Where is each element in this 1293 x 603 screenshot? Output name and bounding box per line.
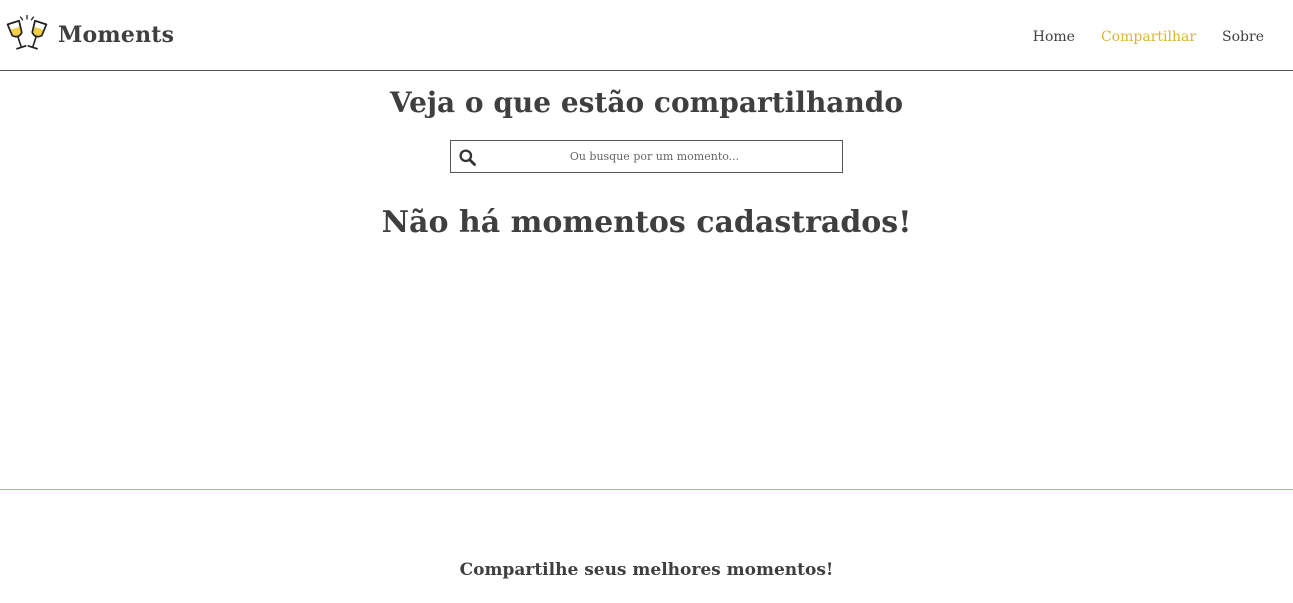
page-title: Veja o que estão compartilhando	[389, 86, 904, 119]
navbar: Moments Home Compartilhar Sobre	[0, 0, 1293, 71]
empty-moments-message: Não há momentos cadastrados!	[381, 205, 912, 240]
nav-item-sobre: Sobre	[1222, 26, 1264, 45]
brand-title: Moments	[58, 22, 175, 48]
nav-link-sobre[interactable]: Sobre	[1222, 29, 1264, 45]
search-input[interactable]	[451, 141, 842, 172]
nav-links: Home Compartilhar Sobre	[1033, 26, 1264, 45]
search-icon[interactable]	[459, 149, 476, 166]
nav-item-home: Home	[1033, 26, 1075, 45]
footer: Compartilhe seus melhores momentos!	[0, 489, 1293, 603]
nav-item-compartilhar: Compartilhar	[1101, 26, 1196, 45]
nav-link-home[interactable]: Home	[1033, 29, 1075, 45]
nav-link-compartilhar[interactable]: Compartilhar	[1101, 29, 1196, 45]
footer-text: Compartilhe seus melhores momentos!	[459, 560, 834, 580]
brand-link[interactable]: Moments	[6, 14, 174, 56]
champagne-toast-icon	[6, 14, 48, 50]
search-form	[450, 140, 843, 173]
